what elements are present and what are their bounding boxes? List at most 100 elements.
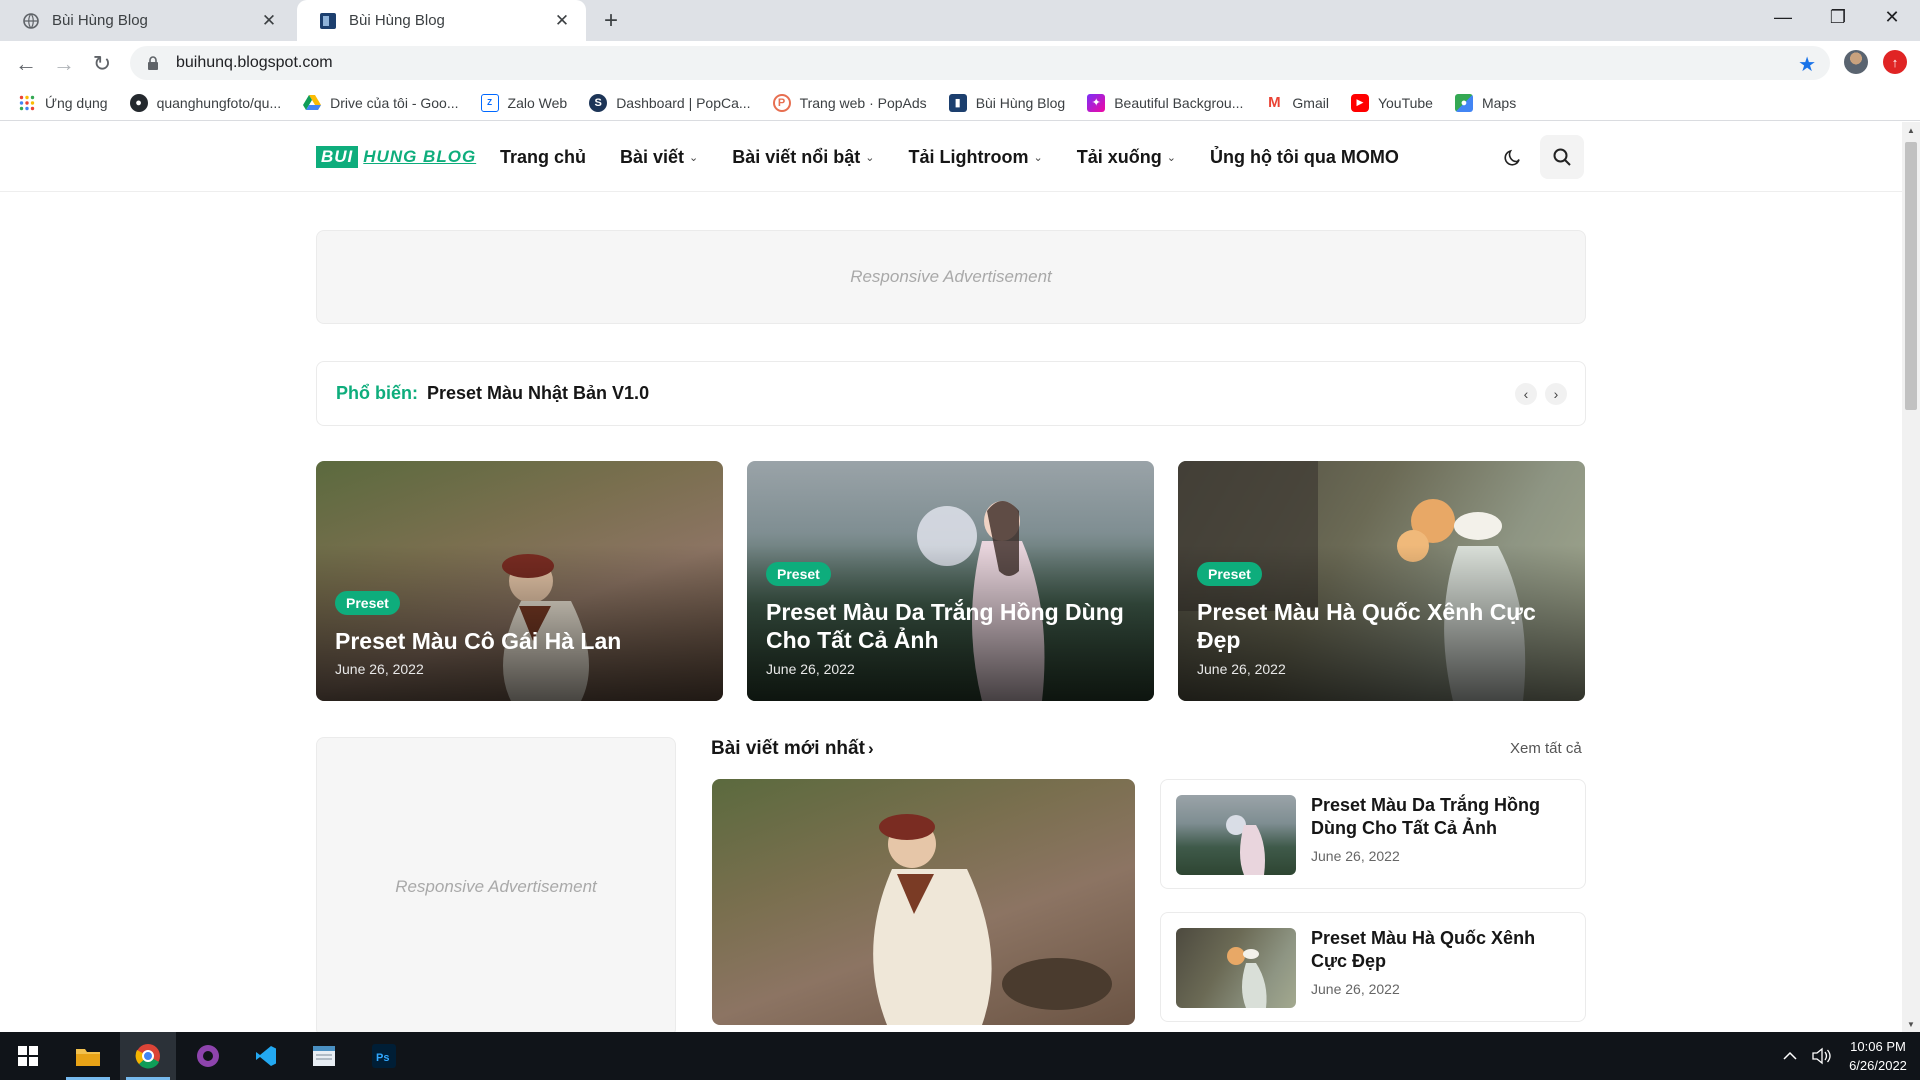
bookmark-maps[interactable]: ● Maps: [1454, 93, 1517, 112]
chevron-down-icon: ⌄: [865, 151, 875, 164]
nav-downloads[interactable]: Tải xuống ⌄: [1077, 147, 1176, 168]
bookmark-label: Maps: [1481, 94, 1517, 111]
bookmark-apps[interactable]: Ứng dụng: [18, 94, 108, 112]
bookmark-gmail[interactable]: M Gmail: [1265, 94, 1329, 112]
scroll-thumb[interactable]: [1905, 142, 1917, 410]
nav-home[interactable]: Trang chủ: [500, 147, 586, 168]
latest-posts-heading[interactable]: Bài viết mới nhất ›: [711, 738, 874, 760]
category-tag[interactable]: Preset: [335, 591, 400, 615]
profile-avatar[interactable]: [1844, 50, 1868, 74]
github-desktop-icon[interactable]: [180, 1032, 236, 1080]
tray-chevron-up-icon[interactable]: [1783, 1032, 1797, 1080]
chevron-down-icon: ⌄: [689, 151, 699, 164]
bookmark-label: YouTube: [1377, 94, 1433, 111]
bookmark-label: Trang web · PopAds: [799, 94, 927, 111]
bookmark-github[interactable]: ● quanghungfoto/qu...: [129, 93, 281, 112]
latest-post-image[interactable]: [712, 779, 1135, 1025]
chrome-icon[interactable]: [120, 1032, 176, 1080]
featured-post-card[interactable]: Preset Preset Màu Cô Gái Hà Lan June 26,…: [316, 461, 723, 701]
restore-icon[interactable]: ❐: [1810, 0, 1866, 34]
minimize-icon[interactable]: —: [1755, 0, 1811, 34]
google-drive-icon: [303, 94, 322, 112]
system-clock[interactable]: 10:06 PM 6/26/2022: [1840, 1037, 1916, 1075]
latest-post-item[interactable]: Preset Màu Da Trắng Hồng Dùng Cho Tất Cả…: [1160, 779, 1586, 889]
post-date: June 26, 2022: [1311, 848, 1400, 864]
featured-post-card[interactable]: Preset Preset Màu Hà Quốc Xênh Cực Đẹp J…: [1178, 461, 1585, 701]
notepad-icon[interactable]: [296, 1032, 352, 1080]
nav-featured[interactable]: Bài viết nổi bật ⌄: [732, 147, 874, 168]
scroll-down-icon[interactable]: ▼: [1902, 1016, 1920, 1032]
close-tab-icon[interactable]: ✕: [552, 11, 572, 31]
bookmark-label: Zalo Web: [507, 94, 568, 111]
nav-label: Tải Lightroom: [908, 146, 1029, 167]
chevron-left-icon[interactable]: ‹: [1515, 383, 1537, 405]
featured-date: June 26, 2022: [335, 661, 424, 677]
ad-text: Responsive Advertisement: [395, 877, 597, 896]
post-thumbnail[interactable]: [1176, 795, 1296, 875]
bookmark-zalo[interactable]: Z Zalo Web: [480, 93, 568, 112]
close-window-icon[interactable]: ✕: [1864, 0, 1920, 34]
bookmarks-bar: Ứng dụng ● quanghungfoto/qu... Drive của…: [0, 85, 1920, 121]
sidebar-advertisement: Responsive Advertisement: [316, 737, 676, 1032]
ad-text: Responsive Advertisement: [850, 267, 1052, 286]
blog-favicon-icon: ▮: [948, 93, 967, 112]
browser-tab-2[interactable]: Bùi Hùng Blog ✕: [297, 0, 586, 41]
featured-title[interactable]: Preset Màu Da Trắng Hồng Dùng Cho Tất Cả…: [766, 598, 1136, 654]
featured-title[interactable]: Preset Màu Cô Gái Hà Lan: [335, 627, 705, 655]
bookmark-blog[interactable]: ▮ Bùi Hùng Blog: [948, 93, 1066, 112]
page-viewport: BUI HUNG BLOG Trang chủ Bài viết ⌄ Bài vi…: [0, 122, 1902, 1032]
photoshop-icon[interactable]: Ps: [356, 1032, 412, 1080]
featured-date: June 26, 2022: [1197, 661, 1286, 677]
see-all-link[interactable]: Xem tất cả: [1510, 740, 1582, 757]
site-header: BUI HUNG BLOG Trang chủ Bài viết ⌄ Bài vi…: [0, 122, 1902, 192]
maps-icon: ●: [1454, 93, 1473, 112]
close-tab-icon[interactable]: ✕: [259, 11, 279, 31]
bookmark-popads[interactable]: P Trang web · PopAds: [772, 93, 927, 112]
post-title[interactable]: Preset Màu Hà Quốc Xênh Cực Đẹp: [1311, 927, 1571, 973]
nav-momo[interactable]: Ủng hộ tôi qua MOMO: [1210, 147, 1399, 168]
post-thumbnail[interactable]: [1176, 928, 1296, 1008]
chevron-down-icon: ⌄: [1166, 151, 1176, 164]
logo-part1: BUI: [316, 146, 359, 168]
post-title[interactable]: Preset Màu Da Trắng Hồng Dùng Cho Tất Cả…: [1311, 794, 1571, 840]
bookmark-star-icon[interactable]: ★: [1798, 52, 1816, 77]
file-explorer-icon[interactable]: [60, 1032, 116, 1080]
vscode-icon[interactable]: [238, 1032, 294, 1080]
bookmark-drive[interactable]: Drive của tôi - Goo...: [303, 94, 459, 112]
category-tag[interactable]: Preset: [1197, 562, 1262, 586]
nav-lightroom[interactable]: Tải Lightroom ⌄: [909, 147, 1043, 168]
nav-posts[interactable]: Bài viết ⌄: [620, 147, 698, 168]
nav-label: Bài viết: [620, 146, 685, 167]
forward-arrow-icon[interactable]: →: [48, 48, 80, 80]
popular-label: Phổ biến:: [336, 383, 418, 403]
bookmark-youtube[interactable]: ▶ YouTube: [1350, 93, 1433, 112]
browser-toolbar: ← → ↻ buihunq.blogspot.com ★: [0, 41, 1920, 85]
back-arrow-icon[interactable]: ←: [10, 48, 42, 80]
post-photo: [873, 814, 1112, 1025]
scroll-up-icon[interactable]: ▲: [1902, 122, 1920, 138]
browser-tab-1[interactable]: Bùi Hùng Blog ✕: [0, 0, 293, 41]
volume-icon[interactable]: [1812, 1032, 1832, 1080]
site-logo[interactable]: BUI HUNG BLOG: [316, 146, 481, 168]
logo-part2: HUNG BLOG: [363, 147, 477, 166]
bookmark-label: Bùi Hùng Blog: [975, 94, 1066, 111]
new-tab-icon[interactable]: +: [598, 7, 624, 34]
windows-start-icon[interactable]: [0, 1032, 56, 1080]
reload-icon[interactable]: ↻: [86, 48, 118, 80]
svg-text:Ps: Ps: [376, 1052, 389, 1064]
featured-post-card[interactable]: Preset Preset Màu Da Trắng Hồng Dùng Cho…: [747, 461, 1154, 701]
search-icon[interactable]: [1540, 135, 1584, 179]
clock-date: 6/26/2022: [1849, 1058, 1907, 1073]
address-bar[interactable]: buihunq.blogspot.com ★: [130, 46, 1830, 80]
page-scrollbar[interactable]: ▲ ▼: [1902, 122, 1920, 1032]
chevron-right-icon[interactable]: ›: [1545, 383, 1567, 405]
popular-post-link[interactable]: Preset Màu Nhật Bản V1.0: [427, 383, 649, 404]
bookmark-backgrounds[interactable]: ✦ Beautiful Backgrou...: [1087, 93, 1243, 112]
bookmark-popcash[interactable]: S Dashboard | PopCa...: [589, 93, 751, 112]
latest-post-item[interactable]: Preset Màu Hà Quốc Xênh Cực Đẹp June 26,…: [1160, 912, 1586, 1022]
youtube-icon: ▶: [1350, 93, 1369, 112]
extension-icon[interactable]: ↑: [1883, 50, 1907, 74]
moon-icon[interactable]: [1500, 144, 1526, 170]
category-tag[interactable]: Preset: [766, 562, 831, 586]
featured-title[interactable]: Preset Màu Hà Quốc Xênh Cực Đẹp: [1197, 598, 1567, 654]
